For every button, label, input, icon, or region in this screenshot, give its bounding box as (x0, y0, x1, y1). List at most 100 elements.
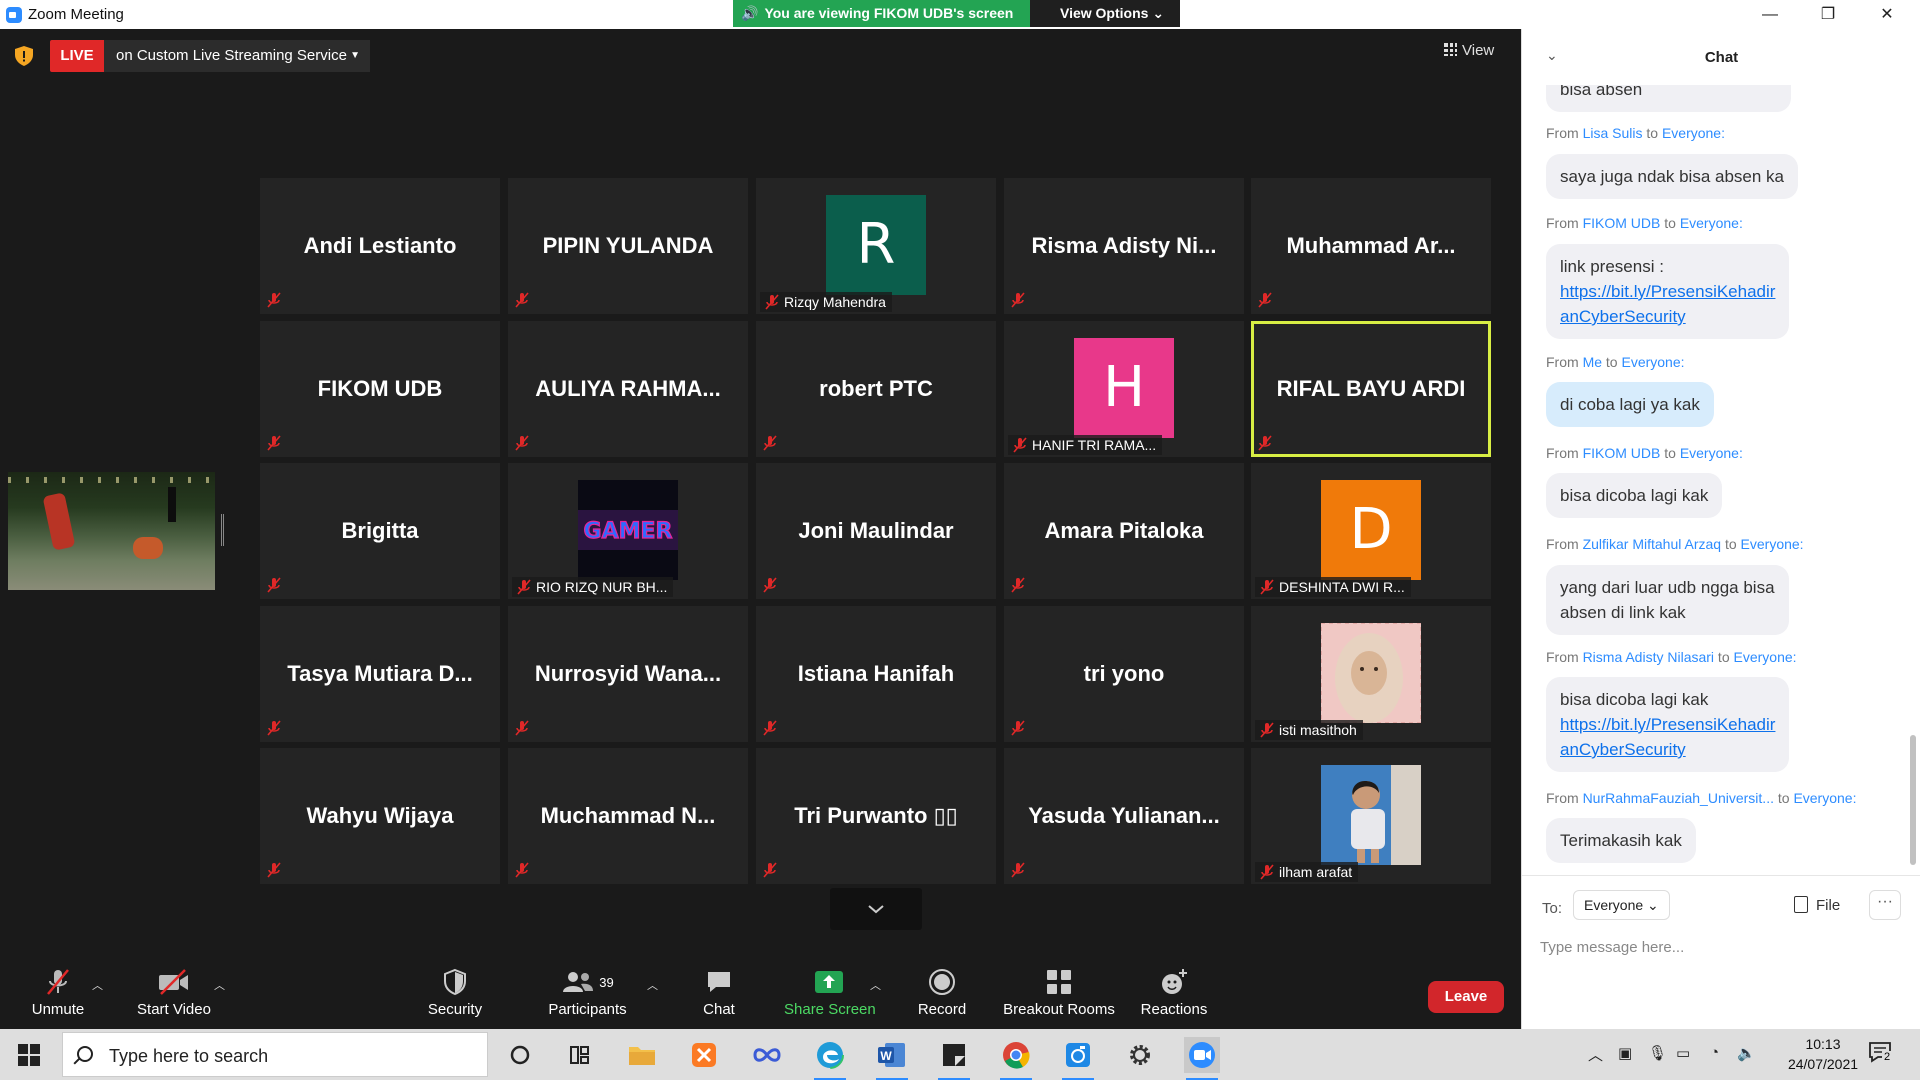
audio-options-caret[interactable]: ︿ (92, 977, 103, 993)
participant-tile[interactable]: Brigitta (260, 463, 500, 599)
participants-button[interactable]: 39 Participants (545, 965, 630, 1018)
sticky-notes-icon[interactable] (936, 1037, 972, 1080)
participant-tile[interactable]: PIPIN YULANDA (508, 178, 748, 314)
chat-participant-name[interactable]: FIKOM UDB (1583, 215, 1661, 231)
participant-tile[interactable]: Andi Lestianto (260, 178, 500, 314)
shared-screen-thumbnail[interactable] (8, 472, 215, 590)
participant-tile[interactable]: RIFAL BAYU ARDI (1251, 321, 1491, 457)
participant-tile[interactable]: Risma Adisty Ni... (1004, 178, 1244, 314)
unmute-button[interactable]: Unmute (22, 965, 94, 1018)
viewing-status: 🔊 You are viewing FIKOM UDB's screen (733, 0, 1030, 27)
chat-header-text: From (1546, 536, 1583, 552)
notifications-button[interactable]: 2 (1868, 1041, 1894, 1065)
chat-participant-name[interactable]: Risma Adisty Nilasari (1583, 649, 1714, 665)
participant-tile[interactable]: Istiana Hanifah (756, 606, 996, 742)
participant-tile[interactable]: R Rizqy Mahendra (756, 178, 996, 314)
chat-participant-name[interactable]: FIKOM UDB (1583, 445, 1661, 461)
participant-tile[interactable]: FIKOM UDB (260, 321, 500, 457)
windows-start-icon[interactable] (18, 1044, 40, 1066)
camera-app-icon[interactable] (1060, 1037, 1096, 1080)
record-icon (929, 969, 955, 995)
scroll-down-button[interactable] (830, 888, 922, 930)
participant-tile[interactable]: Yasuda Yulianan... (1004, 748, 1244, 884)
breakout-rooms-button[interactable]: Breakout Rooms (1000, 965, 1118, 1018)
drag-handle[interactable] (221, 514, 224, 546)
participant-tile[interactable]: AULIYA RAHMA... (508, 321, 748, 457)
live-service-label: on Custom Live Streaming Service (116, 47, 347, 64)
chat-participant-name[interactable]: Everyone: (1662, 125, 1725, 141)
taskbar-clock[interactable]: 10:13 24/07/2021 (1773, 1034, 1873, 1074)
share-options-caret[interactable]: ︿ (870, 977, 881, 993)
more-options-button[interactable]: ··· (1869, 890, 1901, 920)
participant-tile[interactable]: Wahyu Wijaya (260, 748, 500, 884)
minimize-button[interactable]: — (1747, 2, 1793, 27)
file-button[interactable]: File (1794, 896, 1840, 914)
view-options-button[interactable]: View Options ⌄ (1030, 0, 1180, 27)
chat-messages[interactable]: bisa absen From Lisa Sulis to Everyone: sa… (1522, 85, 1920, 875)
zoom-taskbar-icon[interactable] (1184, 1037, 1220, 1080)
chat-message-link[interactable]: https://bit.ly/PresensiKehadir anCyberSec… (1560, 715, 1775, 759)
chat-participant-name[interactable]: Me (1583, 354, 1602, 370)
cortana-icon[interactable] (502, 1037, 538, 1073)
chat-message-link[interactable]: https://bit.ly/PresensiKehadir anCyberSec… (1560, 282, 1775, 326)
participant-tile[interactable]: H HANIF TRI RAMA... (1004, 321, 1244, 457)
volume-icon[interactable]: 🔈 (1737, 1044, 1756, 1062)
view-button[interactable]: View (1444, 42, 1494, 59)
participant-tile[interactable]: Muchammad N... (508, 748, 748, 884)
participant-tile[interactable]: tri yono (1004, 606, 1244, 742)
chat-participant-name[interactable]: Everyone: (1741, 536, 1804, 552)
meet-now-icon[interactable]: ▣ (1618, 1044, 1632, 1062)
participant-tile[interactable]: Tri Purwanto ▯▯ (756, 748, 996, 884)
settings-gear-icon[interactable] (1122, 1037, 1158, 1073)
leave-button[interactable]: Leave (1428, 981, 1504, 1013)
recipient-select[interactable]: Everyone ⌄ (1573, 890, 1670, 920)
chat-scrollbar[interactable] (1910, 85, 1916, 875)
close-button[interactable]: ✕ (1864, 2, 1910, 27)
message-input[interactable] (1540, 932, 1900, 962)
participant-tile[interactable]: Amara Pitaloka (1004, 463, 1244, 599)
start-video-button[interactable]: Start Video (130, 965, 218, 1018)
file-explorer-icon[interactable] (624, 1037, 660, 1073)
chat-participant-name[interactable]: Everyone: (1680, 215, 1743, 231)
clock-time: 10:13 (1805, 1036, 1841, 1052)
security-button[interactable]: Security (420, 965, 490, 1018)
participant-tile[interactable]: Joni Maulindar (756, 463, 996, 599)
security-shield-icon[interactable] (15, 46, 33, 66)
participant-tile[interactable]: robert PTC (756, 321, 996, 457)
chat-participant-name[interactable]: Everyone: (1734, 649, 1797, 665)
video-options-caret[interactable]: ︿ (214, 977, 225, 993)
scrollbar-thumb[interactable] (1910, 735, 1916, 865)
task-view-icon[interactable] (562, 1037, 598, 1073)
chat-participant-name[interactable]: Lisa Sulis (1583, 125, 1643, 141)
record-button[interactable]: Record (914, 965, 970, 1018)
participant-tile[interactable]: Muhammad Ar... (1251, 178, 1491, 314)
tray-chevron-up-icon[interactable]: ︿ (1588, 1044, 1603, 1065)
participant-tile[interactable]: isti masithoh (1251, 606, 1491, 742)
xampp-icon[interactable] (686, 1037, 722, 1073)
participant-tile[interactable]: Nurrosyid Wana... (508, 606, 748, 742)
chat-participant-name[interactable]: Everyone: (1793, 790, 1856, 806)
edge-browser-icon[interactable] (812, 1037, 848, 1080)
share-screen-button[interactable]: Share Screen (784, 965, 876, 1018)
chat-button[interactable]: Chat (700, 965, 738, 1018)
maximize-button[interactable]: ❐ (1805, 2, 1851, 27)
chat-participant-name[interactable]: Zulfikar Miftahul Arzaq (1583, 536, 1722, 552)
battery-icon[interactable]: ▭ (1676, 1044, 1690, 1062)
infinity-app-icon[interactable] (749, 1037, 785, 1073)
reactions-button[interactable]: Reactions (1138, 965, 1210, 1018)
chat-participant-name[interactable]: NurRahmaFauziah_Universit... (1583, 790, 1774, 806)
wifi-icon[interactable]: ◔ (1710, 1044, 1719, 1061)
chrome-icon[interactable] (998, 1037, 1034, 1080)
participant-tile[interactable]: ilham arafat (1251, 748, 1491, 884)
participant-tile[interactable]: Tasya Mutiara D... (260, 606, 500, 742)
microphone-icon[interactable]: 🎙 (1648, 1044, 1667, 1062)
muted-mic-icon (514, 862, 530, 878)
participant-tile[interactable]: D DESHINTA DWI R... (1251, 463, 1491, 599)
taskbar-search[interactable]: Type here to search (62, 1032, 488, 1077)
chat-participant-name[interactable]: Everyone: (1680, 445, 1743, 461)
live-service-dropdown[interactable]: on Custom Live Streaming Service ▼ (104, 40, 370, 72)
participant-tile[interactable]: GAMER RIO RIZQ NUR BH... (508, 463, 748, 599)
word-icon[interactable]: W (874, 1037, 910, 1080)
participants-options-caret[interactable]: ︿ (647, 977, 658, 993)
chat-participant-name[interactable]: Everyone: (1621, 354, 1684, 370)
